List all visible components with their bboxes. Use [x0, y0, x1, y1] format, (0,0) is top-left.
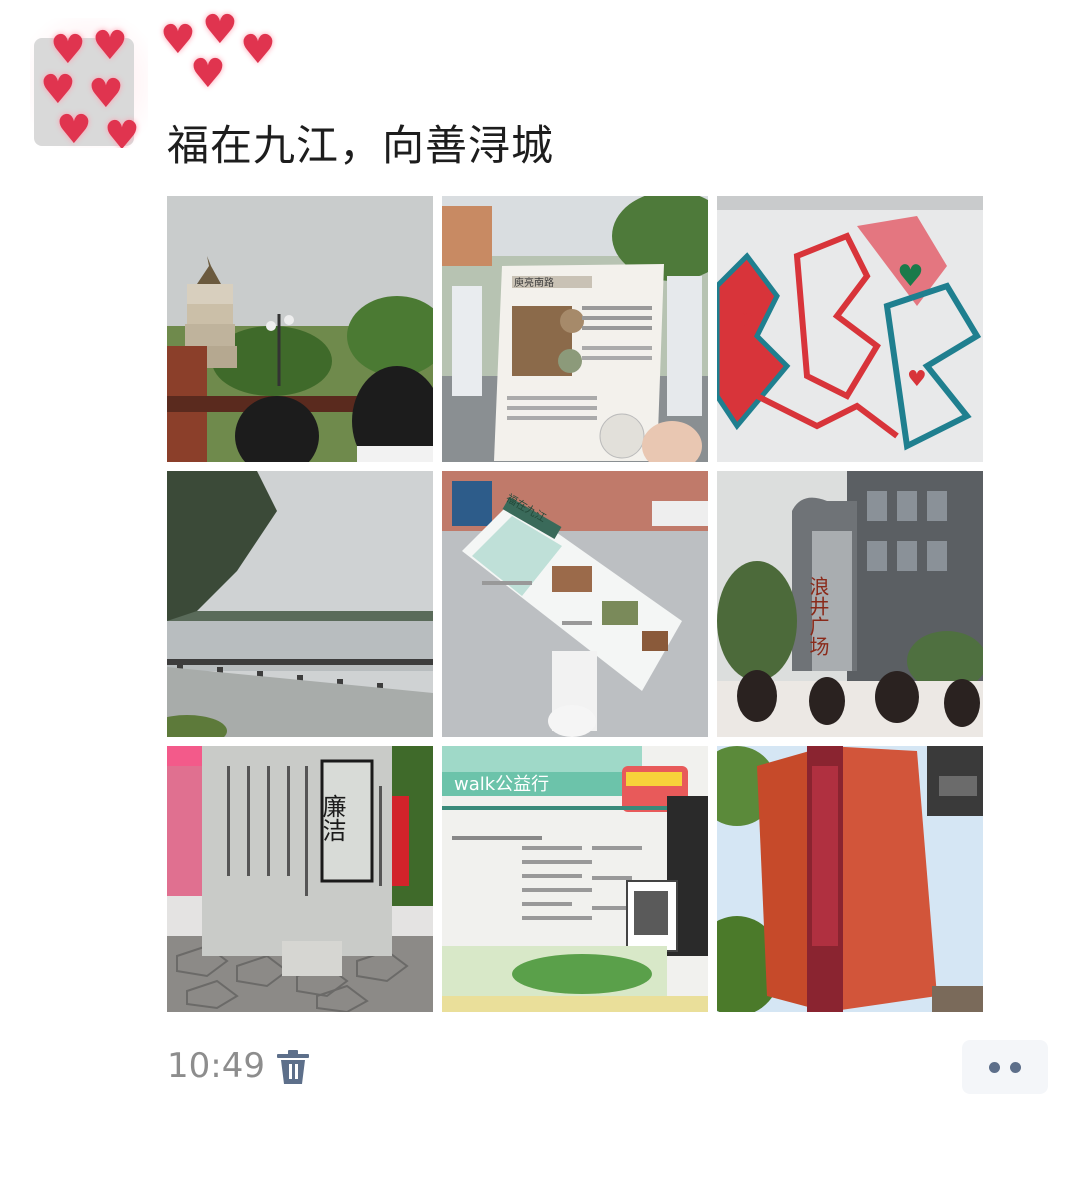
heart-icon: ♥	[190, 51, 226, 97]
stele-photo[interactable]: 廉洁	[167, 746, 433, 1012]
heart-icon: ♥	[56, 107, 92, 148]
svg-text:♥: ♥	[897, 259, 924, 294]
trash-icon[interactable]	[276, 1049, 310, 1085]
avatar-hearts-decoration: ♥ ♥ ♥ ♥	[150, 10, 280, 110]
avatar[interactable]: ♥ ♥ ♥ ♥ ♥ ♥	[30, 18, 148, 148]
board-photo[interactable]: walk公益行	[442, 746, 708, 1012]
svg-text:♥: ♥	[737, 310, 753, 331]
heart-icon: ♥	[92, 23, 128, 69]
heart-icon: ♥	[88, 71, 124, 117]
leaflet-sign: 庾亮南路	[514, 276, 554, 289]
heart-icon: ♥	[202, 7, 238, 53]
post-time: 10:49	[167, 1046, 265, 1086]
leaflet-photo[interactable]: 庾亮南路	[442, 196, 708, 462]
heart-icon: ♥	[50, 27, 86, 73]
lake-photo[interactable]	[167, 471, 433, 737]
heart-icon: ♥	[240, 27, 276, 73]
more-dots-icon	[1010, 1061, 1021, 1073]
moments-post: ♥ ♥ ♥ ♥ ♥ ♥ ♥ ♥ ♥ ♥ 福在九江，向善浔城 庾亮南路 ♥ ♥ ♥…	[0, 0, 1080, 1185]
map-photo[interactable]: 福在九江	[442, 471, 708, 737]
stele-sign: 廉洁	[318, 794, 346, 842]
board-sign: walk公益行	[454, 774, 549, 795]
tower-photo[interactable]	[717, 746, 983, 1012]
heart-icon: ♥	[104, 113, 140, 148]
post-text: 福在九江，向善浔城	[167, 121, 555, 170]
more-dots-icon	[989, 1061, 1000, 1073]
svg-text:♥: ♥	[907, 367, 927, 392]
plaza-sign: 浪井广场	[806, 576, 830, 656]
pagoda-photo[interactable]	[167, 196, 433, 462]
more-options-button[interactable]	[962, 1040, 1048, 1094]
graffiti-photo[interactable]: ♥ ♥ ♥	[717, 196, 983, 462]
plaza-photo[interactable]: 浪井广场	[717, 471, 983, 737]
heart-icon: ♥	[40, 67, 76, 113]
photo-grid: 庾亮南路 ♥ ♥ ♥ 福在九江 浪井广场 廉洁 walk公益行	[167, 196, 984, 1012]
